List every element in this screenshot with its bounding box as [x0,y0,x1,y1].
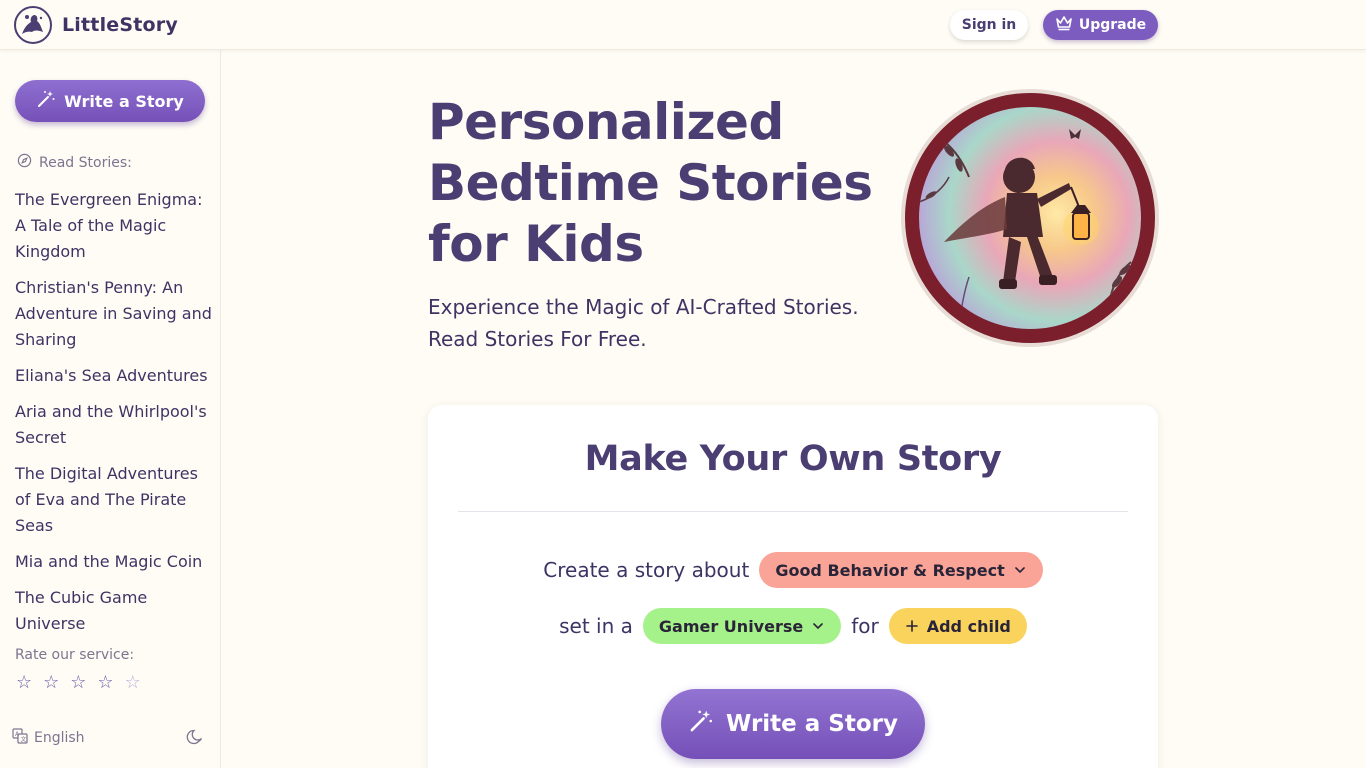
card-title: Make Your Own Story [584,439,1002,479]
read-stories-heading: Read Stories: [17,153,132,172]
crown-icon [1055,15,1073,35]
story-link[interactable]: The Digital Adventures of Eva and The Pi… [15,461,215,539]
plus-icon [905,620,918,632]
svg-text:文: 文 [21,736,27,744]
create-story-prefix: Create a story about [543,558,750,582]
sidebar-write-story-label: Write a Story [64,91,184,111]
upgrade-label: Upgrade [1078,17,1147,33]
chevron-down-icon [813,623,824,630]
star-icon[interactable]: ☆ [97,673,113,693]
logo-text: LittleStory [62,14,178,36]
logo[interactable]: LittleStory [14,6,178,44]
setting-row: set in a Gamer Universe for Add child [428,608,1158,644]
story-link[interactable]: The Evergreen Enigma: A Tale of the Magi… [15,187,215,265]
add-child-button[interactable]: Add child [888,608,1027,644]
story-link[interactable]: Christian's Penny: An Adventure in Savin… [15,275,215,353]
story-link[interactable]: The Cubic Game Universe [15,585,215,637]
sign-in-button[interactable]: Sign in [950,10,1028,40]
hero-illustration [901,89,1159,347]
chevron-down-icon [1014,567,1025,574]
dark-mode-toggle[interactable] [186,728,206,748]
read-stories-label: Read Stories: [39,154,132,171]
for-label: for [851,614,879,638]
star-icon[interactable]: ☆ [70,673,86,693]
set-in-label: set in a [559,614,633,638]
story-link[interactable]: Aria and the Whirlpool's Secret [15,399,215,451]
magic-wand-icon [688,708,714,740]
logo-icon [14,6,52,44]
star-icon[interactable]: ☆ [43,673,59,693]
divider [458,511,1128,512]
story-builder-card: Make Your Own Story Create a story about… [428,405,1158,768]
world-dropdown[interactable]: Gamer Universe [642,608,842,644]
boy-with-lantern-icon [905,93,1155,343]
write-story-label: Write a Story [725,711,899,737]
hero-subtitle: Experience the Magic of AI-Crafted Stori… [428,295,859,351]
topic-value: Good Behavior & Respect [775,560,1005,580]
translate-icon: A 文 [12,728,28,748]
topic-dropdown[interactable]: Good Behavior & Respect [759,552,1043,588]
story-link[interactable]: Mia and the Magic Coin [15,549,215,575]
moon-icon [186,729,204,750]
write-story-button[interactable]: Write a Story [661,689,925,759]
star-icon[interactable]: ☆ [125,673,141,693]
star-icon[interactable]: ☆ [16,673,32,693]
magic-wand-icon [36,89,56,113]
upgrade-button[interactable]: Upgrade [1043,10,1158,40]
topic-row: Create a story about Good Behavior & Res… [428,552,1158,588]
story-list: The Evergreen Enigma: A Tale of the Magi… [15,187,215,647]
add-child-label: Add child [926,616,1011,636]
story-link[interactable]: Eliana's Sea Adventures [15,363,215,389]
compass-icon [17,153,32,172]
world-value: Gamer Universe [658,616,804,636]
rating-stars: ☆ ☆ ☆ ☆ ☆ [16,673,141,693]
sidebar-write-story-button[interactable]: Write a Story [15,80,205,122]
sidebar: Write a Story Read Stories: The Evergree… [0,50,221,768]
top-bar: LittleStory Sign in Upgrade [0,0,1366,50]
language-label: English [34,730,85,746]
hero-title: Personalized Bedtime Stories for Kids [428,93,873,273]
language-selector[interactable]: A 文 English [12,728,85,748]
rate-service-label: Rate our service: [15,647,135,663]
